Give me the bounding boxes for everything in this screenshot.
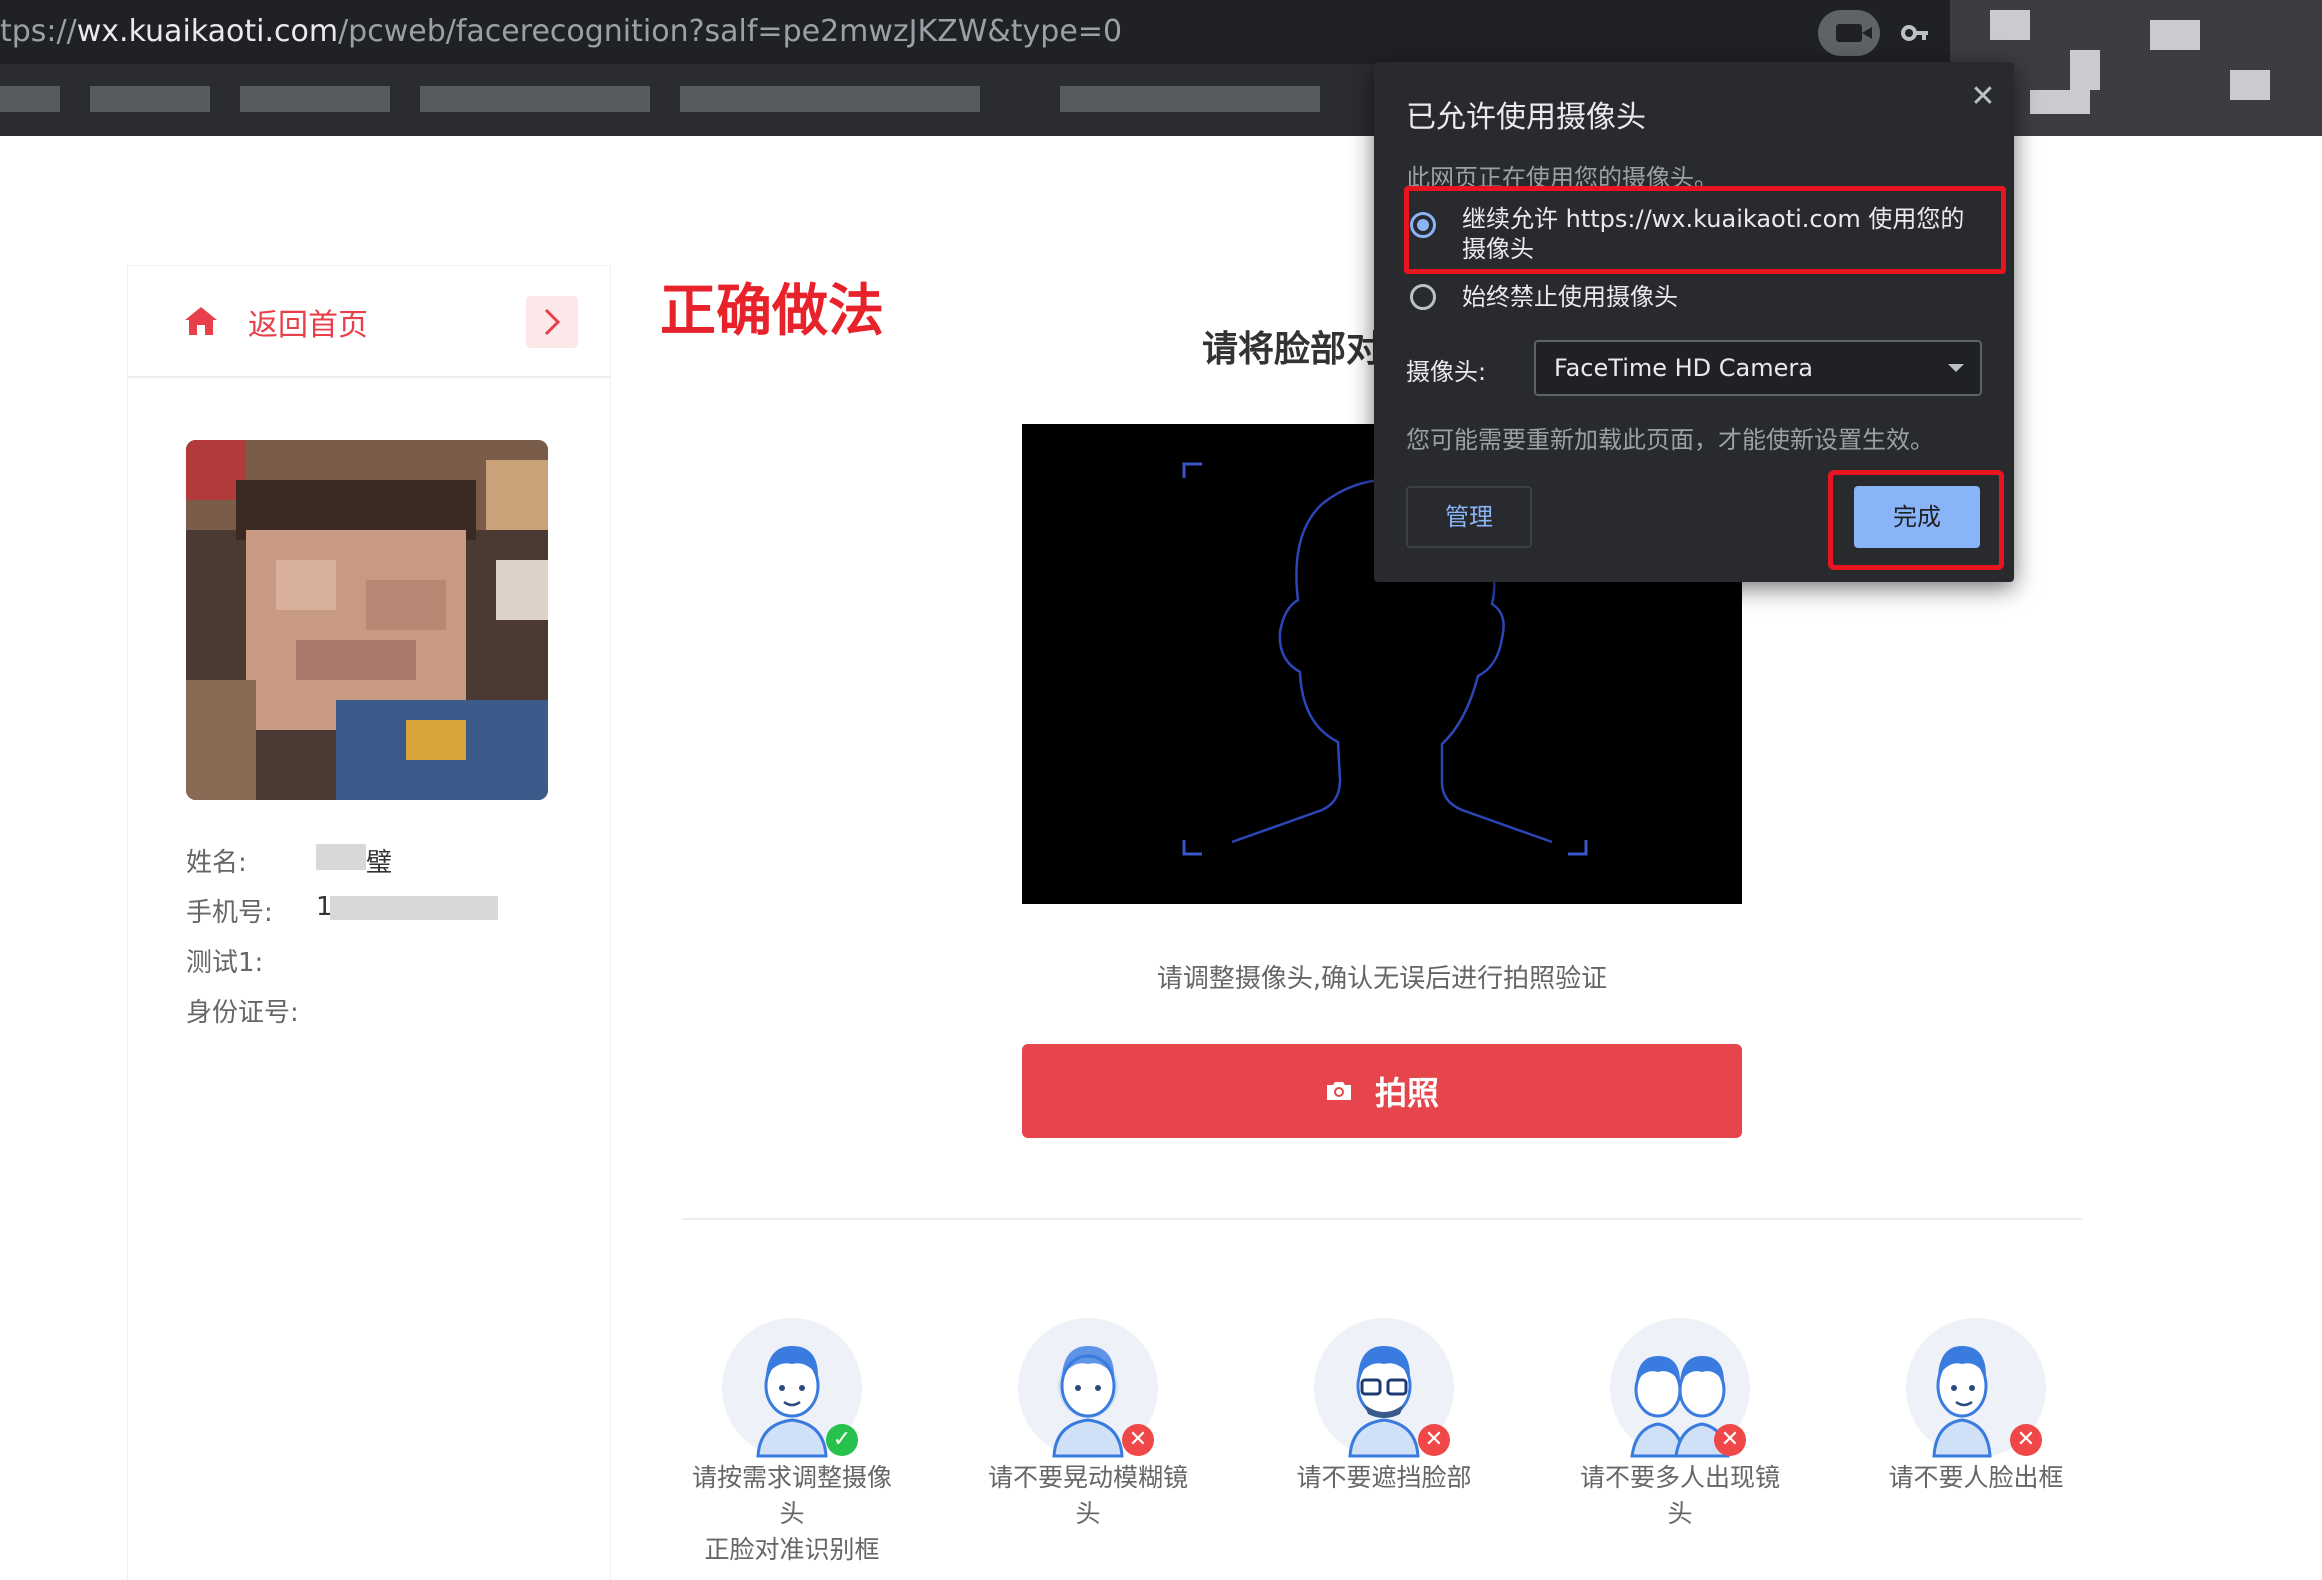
blurry-person-icon: ✕ — [1016, 1316, 1160, 1460]
blurred-bookmark[interactable] — [0, 86, 60, 112]
tip-item: ✓ 请按需求调整摄像头 正脸对准识别框 — [682, 1316, 902, 1568]
cross-icon: ✕ — [1122, 1424, 1154, 1456]
video-camera-icon — [1836, 24, 1872, 42]
chevron-down-icon — [1948, 364, 1964, 372]
tip-item: ✕ 请不要晃动模糊镜头 — [978, 1316, 1198, 1532]
tip-label: 请不要人脸出框 — [1888, 1463, 2064, 1492]
camera-select-value: FaceTime HD Camera — [1554, 354, 1813, 382]
section-divider — [682, 1218, 2082, 1220]
tip-label: 请按需求调整摄像头 — [691, 1463, 892, 1528]
camera-select-label: 摄像头: — [1406, 358, 1487, 386]
blurred-bookmark[interactable] — [90, 86, 210, 112]
user-photo — [186, 440, 548, 800]
tip-item: ✕ 请不要遮挡脸部 — [1274, 1316, 1494, 1496]
address-field[interactable]: tps://wx.kuaikaoti.com/pcweb/facerecogni… — [0, 12, 1122, 52]
expand-button[interactable] — [526, 296, 578, 348]
allow-option-label[interactable]: 继续允许 https://wx.kuaikaoti.com 使用您的摄像头 — [1462, 204, 1972, 264]
blurred-bookmark[interactable] — [1060, 86, 1320, 112]
reload-note: 您可能需要重新加载此页面，才能使新设置生效。 — [1406, 426, 1934, 454]
capture-button[interactable]: 拍照 — [1022, 1044, 1742, 1138]
blurred-bookmark[interactable] — [240, 86, 390, 112]
tip-item: ✕ 请不要多人出现镜头 — [1570, 1316, 1790, 1532]
tip-label: 请不要晃动模糊镜头 — [987, 1463, 1188, 1528]
sidebar: 返回首页 姓名: 璧 手机号: 1 测试1: 身份证号: — [128, 266, 610, 1580]
done-button[interactable]: 完成 — [1854, 486, 1980, 548]
home-icon — [185, 307, 217, 335]
url-host: wx.kuaikaoti.com — [76, 14, 339, 49]
camera-select[interactable]: FaceTime HD Camera — [1534, 340, 1982, 396]
redaction-mask — [330, 896, 498, 920]
cross-icon: ✕ — [1714, 1424, 1746, 1456]
tip-label-line2: 正脸对准识别框 — [704, 1535, 880, 1564]
camera-icon — [1326, 1082, 1351, 1100]
blurred-bookmark[interactable] — [420, 86, 650, 112]
camera-permission-button[interactable] — [1818, 10, 1880, 56]
test1-label: 测试1: — [186, 948, 264, 978]
instruction-title: 请将脸部对 — [1202, 329, 1383, 370]
two-people-icon: ✕ — [1608, 1316, 1752, 1460]
redaction-mask — [316, 844, 366, 870]
capture-label: 拍照 — [1374, 1074, 1439, 1112]
phone-label: 手机号: — [186, 898, 273, 928]
offset-person-icon: ✕ — [1904, 1316, 2048, 1460]
key-icon[interactable] — [1900, 18, 1930, 48]
annotation-title: 正确做法 — [660, 279, 884, 344]
popup-title: 已允许使用摄像头 — [1406, 100, 1646, 135]
name-label: 姓名: — [186, 848, 247, 878]
url-path: /pcweb/facerecognition?salf=pe2mwzJKZW&t… — [338, 14, 1123, 49]
close-icon[interactable]: ✕ — [1966, 80, 2000, 114]
cross-icon: ✕ — [2010, 1424, 2042, 1456]
name-value: 璧 — [366, 848, 393, 878]
cross-icon: ✕ — [1418, 1424, 1450, 1456]
person-avatar-icon: ✓ — [720, 1316, 864, 1460]
url-prefix: tps:// — [0, 14, 77, 49]
block-radio[interactable] — [1410, 284, 1436, 310]
chevron-right-icon — [544, 308, 561, 336]
camera-permission-popup: 已允许使用摄像头 ✕ 此网页正在使用您的摄像头。 继续允许 https://wx… — [1374, 62, 2014, 582]
tip-item: ✕ 请不要人脸出框 — [1866, 1316, 2086, 1496]
camera-hint: 请调整摄像头,确认无误后进行拍照验证 — [1156, 964, 1608, 994]
id-number-label: 身份证号: — [186, 998, 299, 1028]
blurred-bookmark[interactable] — [680, 86, 980, 112]
back-home-link[interactable]: 返回首页 — [248, 300, 368, 344]
check-icon: ✓ — [826, 1424, 858, 1456]
manage-button[interactable]: 管理 — [1406, 486, 1532, 548]
allow-radio[interactable] — [1410, 212, 1436, 238]
back-home-row[interactable]: 返回首页 — [128, 266, 610, 378]
tip-label: 请不要多人出现镜头 — [1579, 1463, 1780, 1528]
tip-label: 请不要遮挡脸部 — [1296, 1463, 1472, 1492]
block-option-label[interactable]: 始终禁止使用摄像头 — [1462, 282, 1678, 312]
glasses-person-icon: ✕ — [1312, 1316, 1456, 1460]
